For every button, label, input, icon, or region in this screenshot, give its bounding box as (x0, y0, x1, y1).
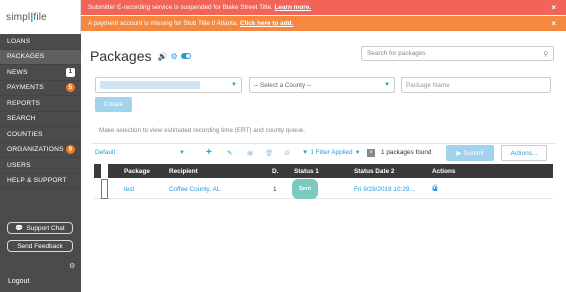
page-title: Packages 🔊 ⚙ (90, 48, 191, 64)
close-icon[interactable]: × (551, 3, 556, 12)
create-button[interactable]: Create (95, 97, 132, 112)
close-icon[interactable]: × (551, 19, 556, 28)
ert-hint-text: Make selection to view estimated recordi… (99, 127, 306, 134)
actions-label: Actions... (510, 149, 538, 157)
gear-icon[interactable]: ⚙ (170, 52, 177, 61)
view-select[interactable]: Default ▼ (95, 147, 185, 158)
filter-label: 1 Filter Applied (310, 149, 353, 156)
sidebar-item-label: PAYMENTS (7, 84, 44, 92)
search-placeholder: Search for packages (367, 50, 426, 57)
logo-text-tail: file (33, 11, 47, 23)
news-count-badge: 1 (66, 67, 75, 77)
chevron-down-icon: ▼ (384, 82, 390, 88)
toggle-switch[interactable] (180, 53, 191, 59)
table-header: Package Recipient D. Status 1 Status Dat… (94, 164, 553, 178)
sidebar-item-packages[interactable]: PACKAGES (0, 49, 81, 65)
sidebar-item-news[interactable]: NEWS 1 (0, 65, 81, 81)
package-name-placeholder: Package Name (406, 81, 450, 89)
simplifile-logo[interactable]: simpl | file (0, 0, 81, 34)
column-header-status[interactable]: Status 1 (294, 164, 319, 178)
view-select-value: Default (95, 149, 116, 156)
page-title-text: Packages (90, 48, 152, 64)
save-icon[interactable]: ▣ (247, 147, 253, 158)
sidebar-item-label: USERS (7, 161, 31, 169)
sidebar-item-help-support[interactable]: HELP & SUPPORT (0, 174, 81, 189)
support-chat-button[interactable]: 💬 Support Chat (7, 222, 73, 234)
organizations-count-badge: 9 (66, 145, 75, 155)
submit-icon: ▶ (456, 150, 462, 157)
delete-icon[interactable]: 🗑 (265, 147, 273, 158)
sidebar-item-users[interactable]: USERS (0, 158, 81, 174)
support-chat-label: Support Chat (26, 224, 65, 232)
chevron-down-icon: ▼ (179, 149, 185, 156)
create-label: Create (103, 101, 124, 108)
clear-filter-button[interactable]: × (367, 147, 375, 158)
sidebar-item-label: ORGANIZATIONS (7, 146, 64, 154)
column-header-status-date[interactable]: Status Date 2 (354, 164, 395, 178)
packages-found-count: 1 packages found (381, 149, 432, 156)
submit-button[interactable]: ▶ Submit (446, 145, 494, 161)
recipient-link[interactable]: Coffee County, AL (169, 179, 220, 199)
organization-selected-value (100, 81, 200, 89)
sidebar-item-organizations[interactable]: ORGANIZATIONS 9 (0, 143, 81, 158)
sidebar-item-reports[interactable]: REPORTS (0, 96, 81, 112)
filter-dropdown[interactable]: ▼ 1 Filter Applied ▼ (302, 147, 361, 158)
logo-text: simpl (6, 11, 31, 23)
sidebar-item-label: HELP & SUPPORT (7, 177, 67, 185)
suspension-banner: Submitter E-recording service is suspend… (81, 0, 566, 15)
send-feedback-label: Send Feedback (17, 242, 63, 250)
settings-icon[interactable]: ⚙ (284, 147, 290, 158)
send-feedback-button[interactable]: Send Feedback (7, 240, 73, 252)
package-link[interactable]: test (124, 179, 134, 199)
column-header-d[interactable]: D. (272, 164, 278, 178)
sidebar-item-counties[interactable]: COUNTIES (0, 127, 81, 143)
column-header-recipient[interactable]: Recipient (169, 164, 198, 178)
search-icon: ⚲ (543, 50, 548, 58)
status-badge: Sent (292, 179, 318, 199)
logout-link[interactable]: Logout (8, 278, 29, 285)
sidebar-item-label: PACKAGES (7, 53, 45, 61)
chat-icon: 💬 (15, 225, 24, 232)
sidebar-item-label: LOANS (7, 37, 31, 45)
speaker-icon[interactable]: 🔊 (157, 52, 167, 61)
close-icon: × (367, 148, 375, 157)
learn-more-link[interactable]: Learn more. (274, 4, 311, 11)
organization-select[interactable]: ▼ (95, 77, 242, 93)
add-payment-link[interactable]: Click here to add. (240, 20, 293, 27)
submit-label: Submit (463, 149, 484, 157)
add-icon[interactable]: + (206, 147, 212, 158)
history-icon[interactable]: ↺ (432, 179, 438, 199)
actions-button[interactable]: Actions... (501, 145, 547, 161)
main-content: Packages 🔊 ⚙ Search for packages ⚲ ▼ -- … (81, 32, 566, 292)
status-date: Fri 9/28/2018 10:29... (354, 185, 415, 193)
column-header-package[interactable]: Package (124, 164, 150, 178)
county-select[interactable]: -- Select a County -- ▼ (249, 77, 395, 93)
sidebar-item-label: NEWS (7, 68, 28, 76)
chevron-down-icon: ▼ (354, 149, 361, 156)
package-name-input[interactable]: Package Name (401, 77, 551, 93)
sidebar-nav: LOANS PACKAGES NEWS 1 PAYMENTS 5 REPORTS S… (0, 34, 81, 189)
checkbox (101, 179, 108, 199)
suspension-banner-text: Submitter E-recording service is suspend… (88, 4, 273, 11)
edit-icon[interactable]: ✎ (227, 147, 232, 158)
checkbox (101, 164, 108, 178)
sidebar-item-search[interactable]: SEARCH (0, 112, 81, 127)
sidebar-item-label: COUNTIES (7, 130, 43, 138)
payments-count-badge: 5 (66, 83, 75, 93)
sidebar-item-label: SEARCH (7, 115, 36, 123)
table-row[interactable]: test Coffee County, AL 1 Sent Fri 9/28/2… (94, 179, 553, 199)
column-header-actions: Actions (432, 167, 456, 175)
settings-gear-icon[interactable]: ⚙ (69, 262, 75, 270)
sidebar: simpl | file LOANS PACKAGES NEWS 1 PAYMENTS… (0, 0, 81, 292)
document-count: 1 (273, 185, 277, 193)
sidebar-item-payments[interactable]: PAYMENTS 5 (0, 81, 81, 96)
payment-banner: A payment account is missing for Stub Ti… (81, 16, 566, 31)
search-input[interactable]: Search for packages ⚲ (361, 46, 554, 61)
county-select-value: -- Select a County -- (254, 81, 312, 89)
filter-icon: ▼ (302, 149, 309, 156)
chevron-down-icon: ▼ (231, 82, 237, 88)
sidebar-item-loans[interactable]: LOANS (0, 34, 81, 50)
payment-banner-text: A payment account is missing for Stub Ti… (88, 20, 239, 27)
sidebar-item-label: REPORTS (7, 99, 41, 107)
